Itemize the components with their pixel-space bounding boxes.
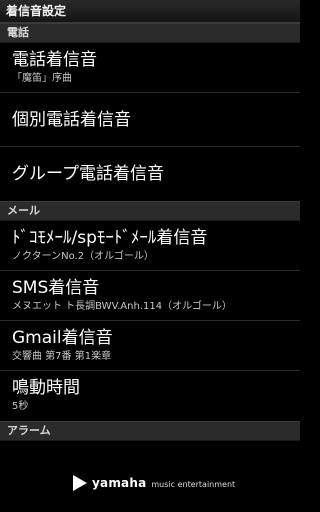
sms-ringtone-summary: メヌエット ト長調BWV.Anh.114（オルゴール） [12, 301, 232, 312]
footer-banner: yamaha music entertainment [0, 452, 300, 512]
phone-ringtone-summary: 「魔笛」序曲 [12, 73, 72, 84]
phone-ringtone-title: 電話着信音 [12, 50, 97, 70]
individual-ringtone-item[interactable]: 個別電話着信音 [0, 93, 300, 147]
docomo-mail-ringtone-summary: ノクターンNo.2（オルゴール） [12, 251, 154, 262]
section-header-mail: メール [0, 201, 300, 221]
gmail-ringtone-title: Gmail着信音 [12, 328, 113, 348]
group-ringtone-title: グループ電話着信音 [12, 164, 164, 184]
sms-ringtone-item[interactable]: SMS着信音 メヌエット ト長調BWV.Anh.114（オルゴール） [0, 271, 300, 321]
gmail-ringtone-item[interactable]: Gmail着信音 交響曲 第7番 第1楽章 [0, 321, 300, 371]
section-header-phone: 電話 [0, 23, 300, 43]
brand-name: yamaha [92, 476, 147, 490]
ring-duration-title: 鳴動時間 [12, 378, 80, 398]
window-title: 着信音設定 [0, 0, 300, 23]
sms-ringtone-title: SMS着信音 [12, 278, 100, 298]
individual-ringtone-title: 個別電話着信音 [12, 110, 131, 130]
gmail-ringtone-summary: 交響曲 第7番 第1楽章 [12, 351, 112, 362]
yamaha-play-triangle-icon [73, 475, 87, 491]
ring-duration-summary: 5秒 [12, 401, 29, 412]
yamaha-brand: yamaha music entertainment [72, 474, 235, 492]
group-ringtone-item[interactable]: グループ電話着信音 [0, 147, 300, 201]
brand-subtitle: music entertainment [151, 479, 236, 489]
docomo-mail-ringtone-title: ﾄﾞｺﾓﾒｰﾙ/spﾓｰﾄﾞﾒｰﾙ着信音 [12, 228, 208, 248]
phone-ringtone-item[interactable]: 電話着信音 「魔笛」序曲 [0, 43, 300, 93]
ring-duration-item[interactable]: 鳴動時間 5秒 [0, 371, 300, 421]
section-header-alarm: アラーム [0, 421, 300, 441]
docomo-mail-ringtone-item[interactable]: ﾄﾞｺﾓﾒｰﾙ/spﾓｰﾄﾞﾒｰﾙ着信音 ノクターンNo.2（オルゴール） [0, 221, 300, 271]
